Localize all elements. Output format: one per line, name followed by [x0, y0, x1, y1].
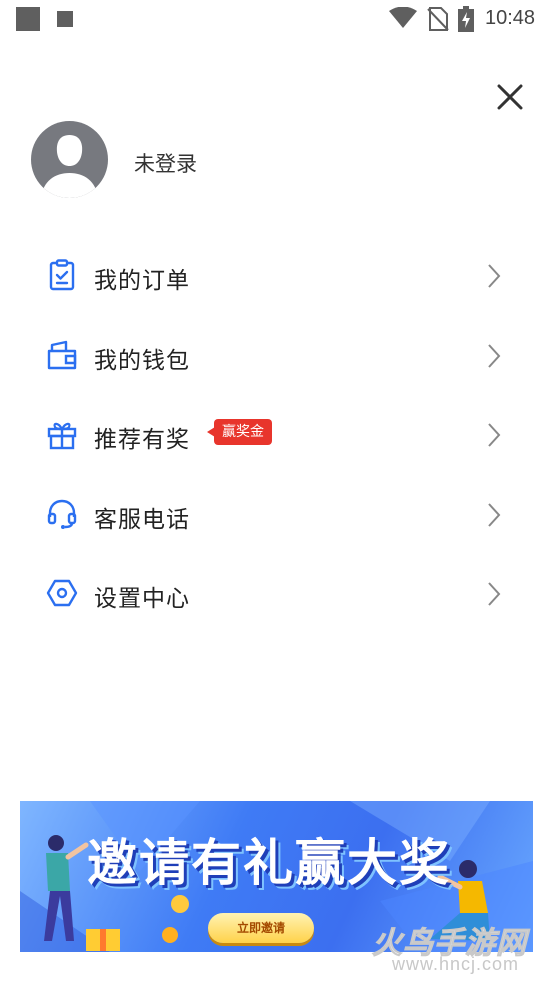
clock-time: 10:48 — [485, 7, 536, 29]
menu-item-label: 设置中心 — [94, 586, 190, 612]
close-button[interactable] — [490, 77, 530, 117]
watermark-url: www.hncj.com — [392, 954, 520, 974]
chevron-right-icon — [488, 582, 501, 606]
menu-item-label: 推荐有奖 — [94, 427, 190, 453]
chevron-right-icon — [488, 423, 501, 447]
wallet-icon — [47, 340, 77, 369]
menu-item-label: 我的钱包 — [94, 347, 190, 374]
notification-small-square-icon — [57, 11, 73, 27]
battery-charging-icon — [458, 6, 474, 32]
settings-hexagon-icon — [46, 579, 78, 607]
avatar[interactable] — [31, 121, 108, 198]
default-avatar-icon — [41, 135, 98, 198]
invite-now-button[interactable]: 立即邀请 — [208, 913, 314, 943]
menu-item-referral[interactable]: 推荐有奖 赢奖金 — [0, 396, 553, 476]
no-sim-icon — [427, 7, 449, 31]
order-clipboard-icon — [49, 259, 75, 291]
status-bar: 10:48 — [0, 0, 553, 38]
wifi-icon — [389, 7, 417, 28]
notification-square-icon — [16, 7, 40, 31]
menu-item-customer-service[interactable]: 客服电话 — [0, 476, 553, 556]
reward-badge: 赢奖金 — [207, 419, 272, 445]
banner-title: 邀请有礼赢大奖 — [87, 834, 451, 892]
chevron-right-icon — [488, 502, 501, 527]
menu-item-settings[interactable]: 设置中心 — [0, 555, 553, 635]
chevron-right-icon — [488, 343, 501, 368]
login-status-label[interactable]: 未登录 — [134, 148, 197, 178]
menu-list: 我的订单 我的钱包 推荐有奖 赢奖金 客服电话 设置中心 — [0, 237, 553, 635]
close-icon — [497, 84, 523, 110]
gift-icon — [47, 422, 77, 450]
watermark: 火鸟手游网 www.hncj.com — [372, 918, 542, 978]
menu-item-label: 我的订单 — [94, 268, 190, 294]
headset-icon — [47, 499, 77, 529]
menu-item-orders[interactable]: 我的订单 — [0, 237, 553, 317]
menu-item-wallet[interactable]: 我的钱包 — [0, 317, 553, 397]
menu-item-label: 客服电话 — [94, 506, 190, 533]
chevron-right-icon — [488, 264, 501, 288]
